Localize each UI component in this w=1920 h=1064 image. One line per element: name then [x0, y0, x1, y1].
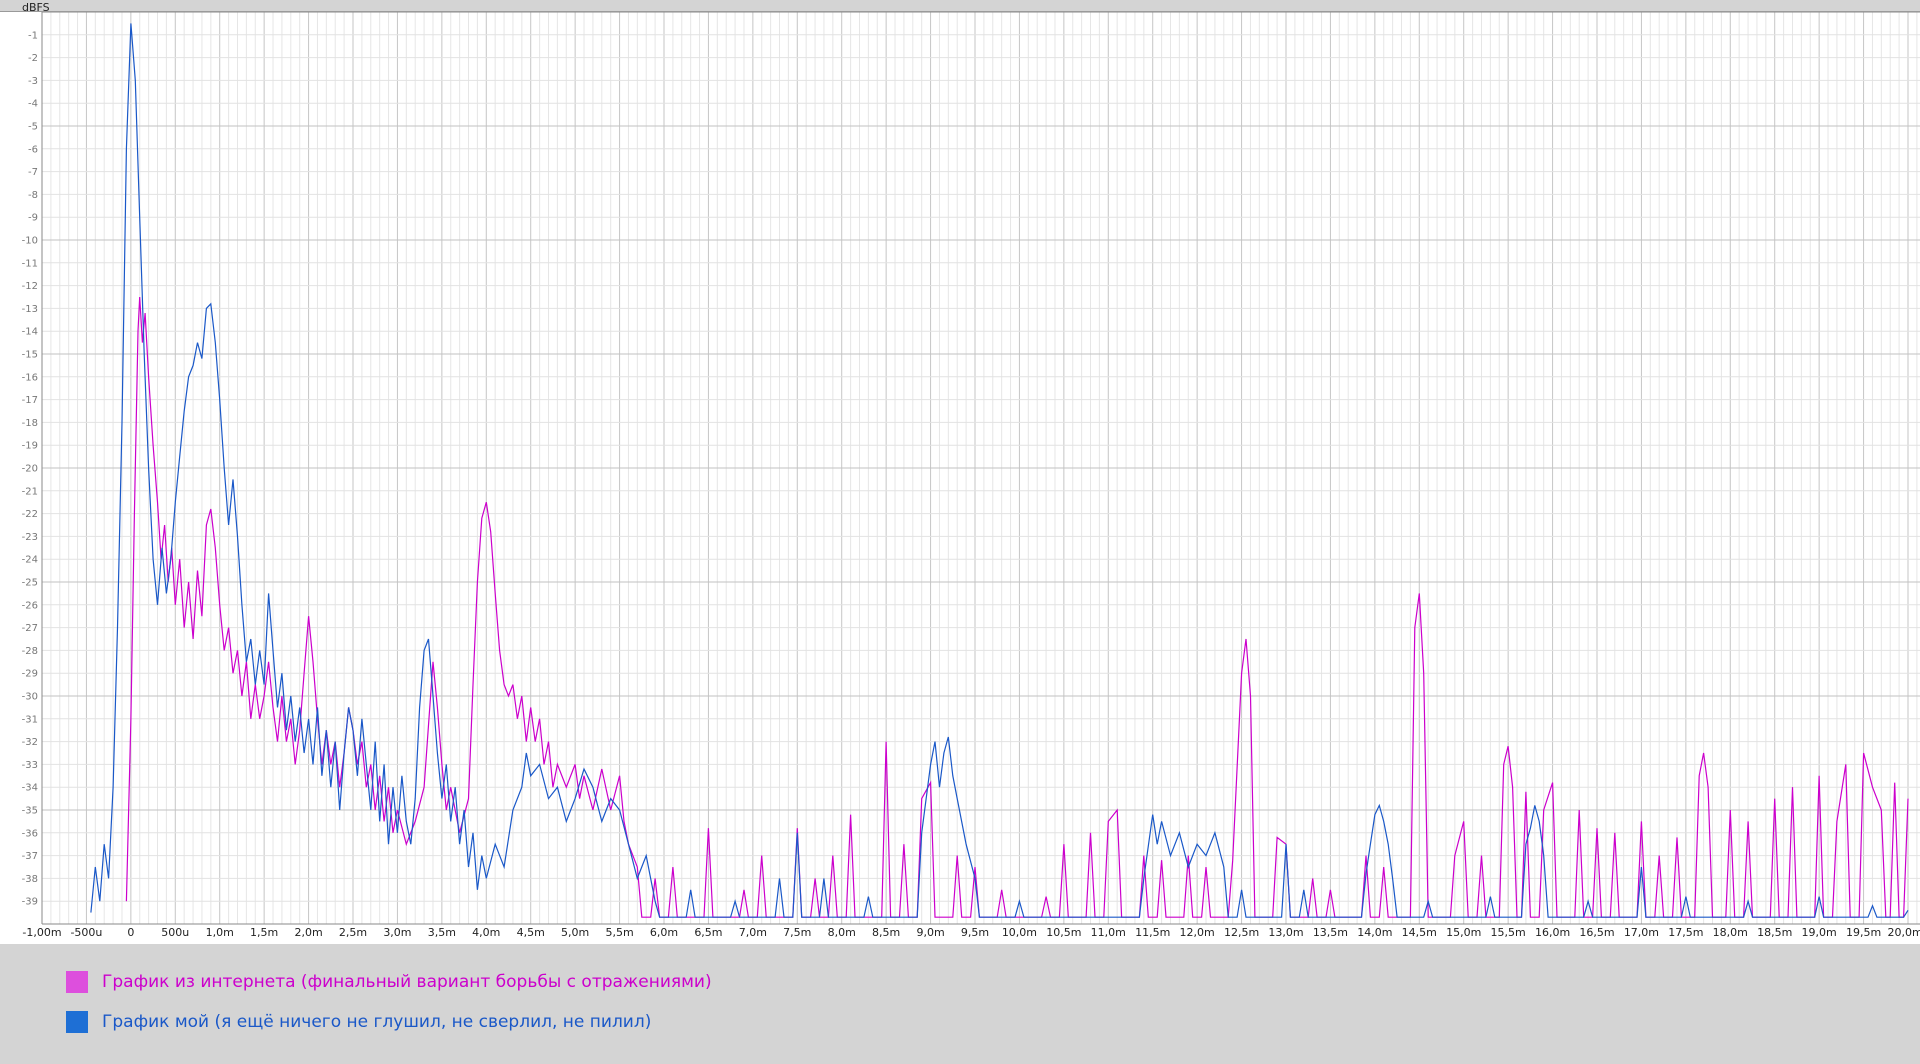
- svg-text:7,5m: 7,5m: [783, 926, 811, 939]
- svg-text:-35: -35: [22, 806, 38, 817]
- series-line-1: [90, 23, 1909, 918]
- svg-text:-30: -30: [22, 692, 38, 703]
- legend-label-internet-graph: График из интернета (финальный вариант б…: [102, 972, 712, 992]
- svg-text:-6: -6: [28, 144, 38, 155]
- svg-text:13,0m: 13,0m: [1268, 926, 1303, 939]
- svg-text:-38: -38: [22, 874, 38, 885]
- svg-text:14,5m: 14,5m: [1402, 926, 1437, 939]
- svg-text:20,0ms: 20,0ms: [1888, 926, 1920, 939]
- svg-text:8,5m: 8,5m: [872, 926, 900, 939]
- svg-text:-28: -28: [22, 646, 38, 657]
- svg-text:16,5m: 16,5m: [1579, 926, 1614, 939]
- svg-text:-24: -24: [22, 555, 38, 566]
- series-line-0: [125, 296, 1909, 918]
- blue-series-swatch: [66, 1011, 88, 1033]
- svg-text:-31: -31: [22, 714, 38, 725]
- legend: График из интернета (финальный вариант б…: [0, 944, 1920, 1064]
- svg-text:2,0m: 2,0m: [294, 926, 322, 939]
- svg-text:-14: -14: [22, 327, 38, 338]
- legend-item-internet-graph: График из интернета (финальный вариант б…: [66, 970, 1920, 994]
- svg-text:15,5m: 15,5m: [1491, 926, 1526, 939]
- svg-text:-4: -4: [28, 99, 38, 110]
- svg-text:-3: -3: [28, 76, 38, 87]
- svg-text:1,0m: 1,0m: [206, 926, 234, 939]
- svg-text:-22: -22: [22, 509, 38, 520]
- svg-text:18,0m: 18,0m: [1713, 926, 1748, 939]
- window-top-strip: [0, 0, 1920, 12]
- svg-text:17,5m: 17,5m: [1668, 926, 1703, 939]
- svg-text:-500u: -500u: [70, 926, 102, 939]
- svg-text:-37: -37: [22, 851, 38, 862]
- svg-text:-2: -2: [28, 53, 38, 64]
- impulse-response-chart: -1 -2 -3 -4 -5 -6 -7 -8 -9 -10 -11 -12 -13 -14 -15 -16 -…: [0, 12, 1920, 944]
- x-axis-labels: -1,00m -500u 0 500u 1,0m 1,5m 2,0m 2,5m 3,0m 3,5m…: [22, 926, 1920, 939]
- svg-text:-36: -36: [22, 828, 38, 839]
- svg-text:-34: -34: [22, 783, 38, 794]
- svg-text:-26: -26: [22, 600, 38, 611]
- svg-text:9,0m: 9,0m: [916, 926, 944, 939]
- svg-text:-12: -12: [22, 281, 38, 292]
- svg-text:-9: -9: [28, 213, 38, 224]
- y-axis-title: dBFS: [22, 1, 50, 14]
- svg-text:-5: -5: [28, 122, 38, 133]
- svg-text:5,5m: 5,5m: [605, 926, 633, 939]
- svg-text:10,5m: 10,5m: [1046, 926, 1081, 939]
- svg-text:-1: -1: [28, 30, 38, 41]
- svg-text:-13: -13: [22, 304, 38, 315]
- svg-text:7,0m: 7,0m: [739, 926, 767, 939]
- svg-text:-32: -32: [22, 737, 38, 748]
- svg-text:-25: -25: [22, 578, 38, 589]
- svg-text:18,5m: 18,5m: [1757, 926, 1792, 939]
- svg-text:-33: -33: [22, 760, 38, 771]
- svg-text:-18: -18: [22, 418, 38, 429]
- svg-text:-17: -17: [22, 395, 38, 406]
- svg-text:-8: -8: [28, 190, 38, 201]
- svg-text:-39: -39: [22, 897, 38, 908]
- svg-text:3,5m: 3,5m: [428, 926, 456, 939]
- svg-text:-15: -15: [22, 350, 38, 361]
- svg-text:15,0m: 15,0m: [1446, 926, 1481, 939]
- svg-text:12,0m: 12,0m: [1180, 926, 1215, 939]
- magenta-series-swatch: [66, 971, 88, 993]
- svg-text:17,0m: 17,0m: [1624, 926, 1659, 939]
- svg-text:-23: -23: [22, 532, 38, 543]
- svg-text:500u: 500u: [161, 926, 189, 939]
- svg-text:4,5m: 4,5m: [517, 926, 545, 939]
- svg-text:-19: -19: [22, 441, 38, 452]
- y-axis-labels: -1 -2 -3 -4 -5 -6 -7 -8 -9 -10 -11 -12 -13 -14 -15 -16 -…: [22, 30, 38, 907]
- svg-text:-20: -20: [22, 464, 38, 475]
- legend-label-my-graph: График мой (я ещё ничего не глушил, не с…: [102, 1012, 652, 1032]
- svg-text:6,0m: 6,0m: [650, 926, 678, 939]
- svg-text:19,0m: 19,0m: [1802, 926, 1837, 939]
- svg-text:-27: -27: [22, 623, 38, 634]
- svg-text:-7: -7: [28, 167, 38, 178]
- svg-text:12,5m: 12,5m: [1224, 926, 1259, 939]
- svg-text:11,0m: 11,0m: [1091, 926, 1126, 939]
- svg-text:13,5m: 13,5m: [1313, 926, 1348, 939]
- svg-text:4,0m: 4,0m: [472, 926, 500, 939]
- svg-text:8,0m: 8,0m: [828, 926, 856, 939]
- svg-text:0: 0: [127, 926, 134, 939]
- legend-item-my-graph: График мой (я ещё ничего не глушил, не с…: [66, 1010, 1920, 1034]
- svg-text:3,0m: 3,0m: [383, 926, 411, 939]
- svg-text:-29: -29: [22, 669, 38, 680]
- svg-text:-11: -11: [22, 258, 38, 269]
- svg-text:5,0m: 5,0m: [561, 926, 589, 939]
- svg-text:6,5m: 6,5m: [694, 926, 722, 939]
- svg-text:16,0m: 16,0m: [1535, 926, 1570, 939]
- series-lines: [90, 23, 1909, 918]
- grid: [41, 12, 1920, 924]
- svg-text:11,5m: 11,5m: [1135, 926, 1170, 939]
- svg-text:2,5m: 2,5m: [339, 926, 367, 939]
- svg-text:-16: -16: [22, 372, 38, 383]
- svg-text:14,0m: 14,0m: [1357, 926, 1392, 939]
- svg-text:9,5m: 9,5m: [961, 926, 989, 939]
- svg-text:-1,00m: -1,00m: [22, 926, 61, 939]
- svg-text:1,5m: 1,5m: [250, 926, 278, 939]
- svg-text:-10: -10: [22, 236, 38, 247]
- svg-text:10,0m: 10,0m: [1002, 926, 1037, 939]
- svg-text:19,5m: 19,5m: [1846, 926, 1881, 939]
- svg-text:-21: -21: [22, 486, 38, 497]
